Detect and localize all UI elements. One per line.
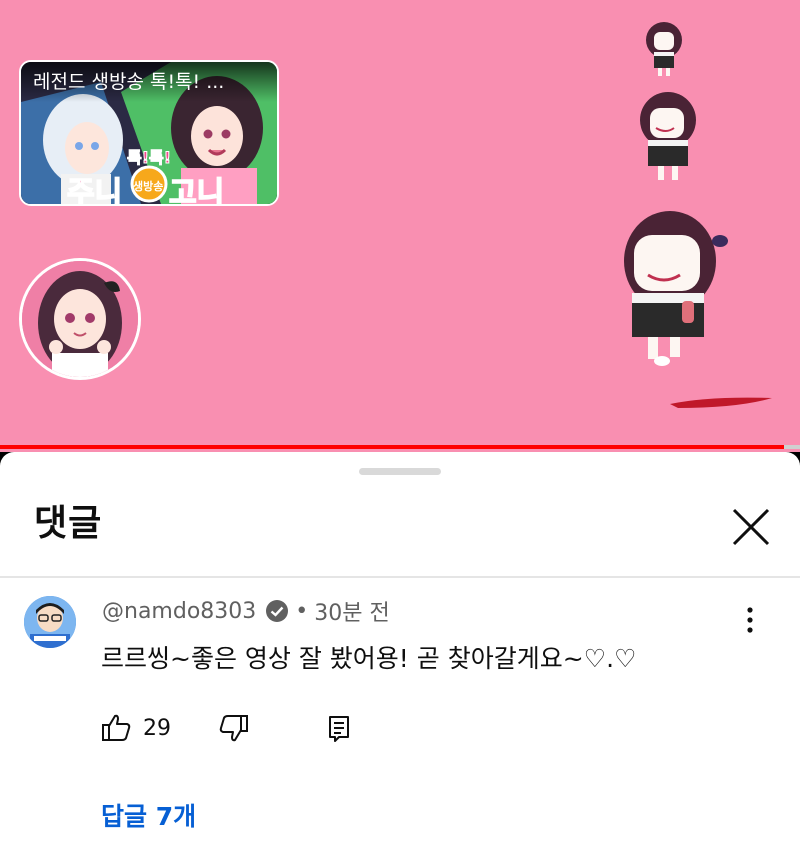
promo-logo-left: 주니 (66, 175, 123, 206)
promo-video-card[interactable]: 주니 고니 생방송 톡!톡! 레전드 생방송 톡!톡! ... (19, 60, 279, 206)
promo-logo-right: 고니 (168, 175, 225, 206)
like-icon (102, 714, 131, 741)
verified-check-icon (266, 600, 289, 622)
chibi-character-medium (640, 92, 696, 180)
meta-separator: • (295, 598, 309, 624)
more-vert-icon (747, 607, 753, 633)
comments-panel: 댓글 @namdo8303 • 30분 전 르르씽~좋은 영상 잘 봤어용! 곧… (0, 452, 800, 853)
reply-button[interactable] (326, 708, 354, 748)
video-player[interactable]: 주니 고니 생방송 톡!톡! 레전드 생방송 톡!톡! ... (0, 0, 800, 452)
drag-handle[interactable] (359, 468, 441, 475)
view-replies-link[interactable]: 답글 7개 (101, 800, 196, 834)
promo-logo-badge: 생방송 (133, 180, 164, 193)
video-progress-bar[interactable] (0, 445, 800, 449)
video-progress-fill (0, 445, 784, 449)
comment-meta: @namdo8303 • 30분 전 (102, 594, 390, 628)
reply-icon (329, 716, 349, 742)
close-icon (732, 508, 770, 546)
channel-avatar-image (22, 261, 138, 377)
chibi-character-small (646, 22, 682, 76)
avatar-image (24, 596, 76, 648)
floor-shadow (670, 397, 772, 408)
comment-text: 르르씽~좋은 영상 잘 봤어용! 곧 찾아갈게요~♡.♡ (101, 644, 637, 673)
comment-item: @namdo8303 • 30분 전 르르씽~좋은 영상 잘 봤어용! 곧 찾아… (0, 578, 800, 853)
like-button[interactable]: 29 (100, 708, 171, 748)
dislike-button[interactable] (218, 708, 250, 748)
comment-more-button[interactable] (736, 604, 764, 638)
promo-video-title: 레전드 생방송 톡!톡! ... (21, 62, 277, 102)
channel-avatar[interactable] (19, 258, 141, 380)
dislike-icon (219, 715, 248, 742)
comment-timestamp: 30분 전 (314, 601, 390, 626)
comment-author-handle[interactable]: @namdo8303 (102, 599, 256, 624)
comment-author-avatar[interactable] (24, 596, 76, 648)
close-button[interactable] (726, 502, 776, 552)
like-count: 29 (143, 715, 171, 741)
comments-title: 댓글 (34, 503, 103, 544)
comment-actions: 29 (100, 708, 400, 748)
chibi-character-large (624, 211, 728, 366)
promo-logo-top: 톡!톡! (126, 148, 172, 168)
